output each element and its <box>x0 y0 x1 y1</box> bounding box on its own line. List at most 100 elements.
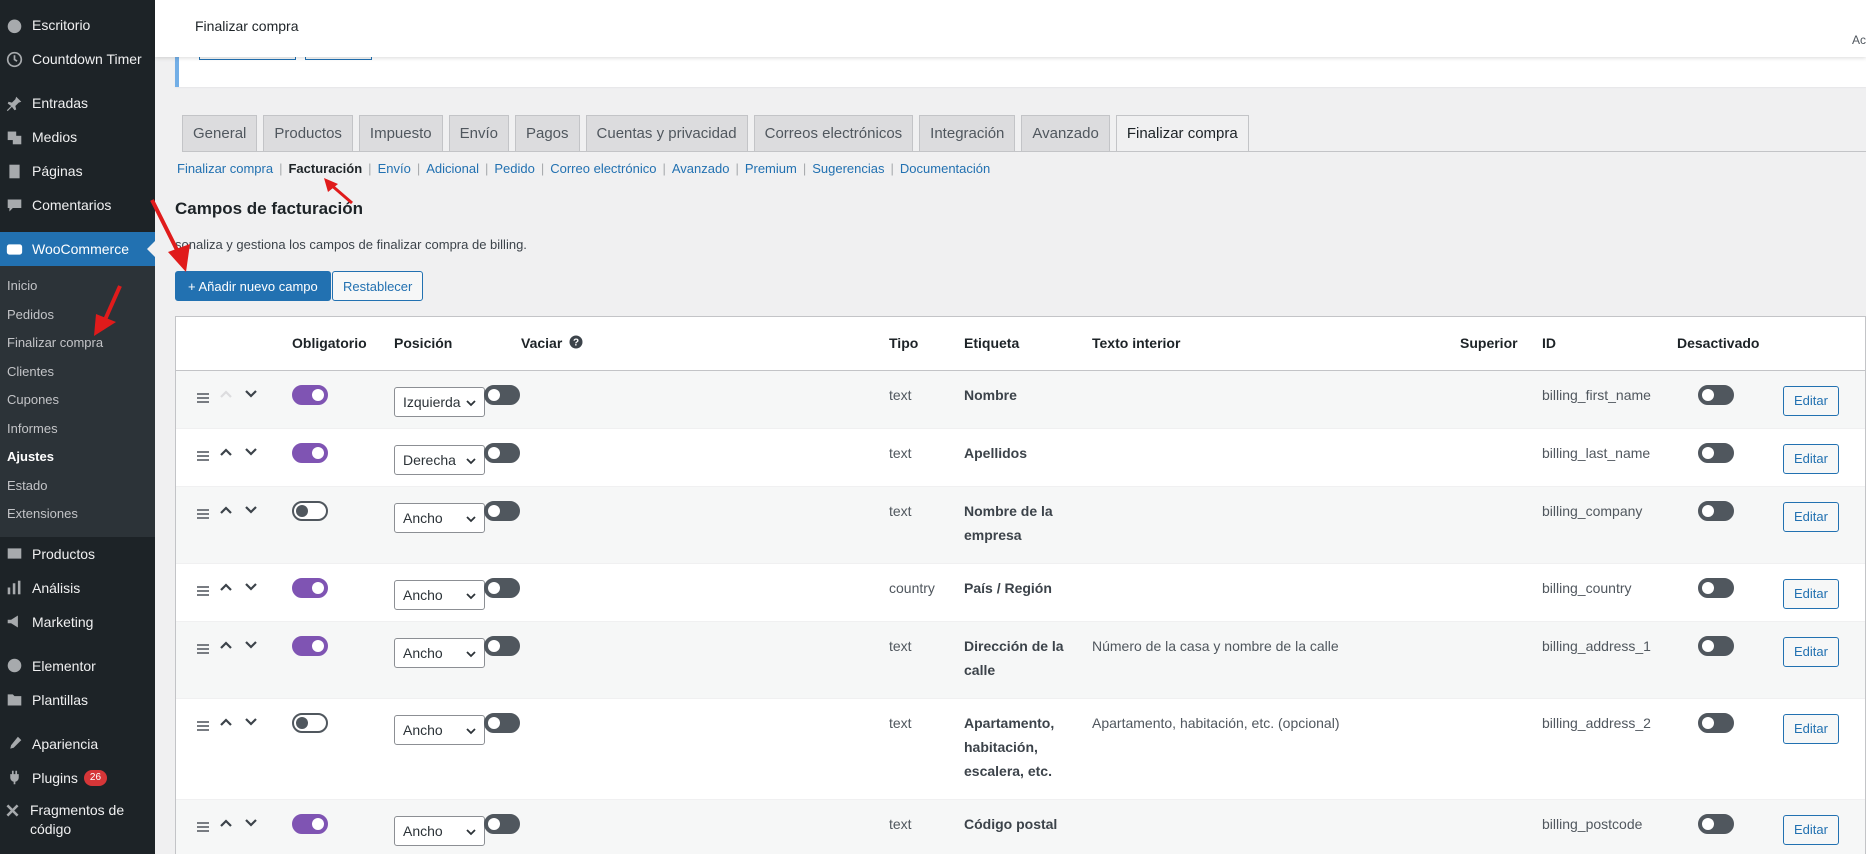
required-toggle[interactable] <box>292 578 328 598</box>
move-up-icon[interactable] <box>218 637 234 656</box>
required-toggle[interactable] <box>292 501 328 521</box>
sidebar-item-appearance[interactable]: Apariencia <box>0 727 155 761</box>
sidebar-item-pin[interactable]: Entradas <box>0 86 155 120</box>
move-down-icon[interactable] <box>243 502 259 521</box>
drag-handle-icon[interactable] <box>197 586 209 598</box>
subnav-link[interactable]: Correo electrónico <box>550 161 656 176</box>
disabled-toggle[interactable] <box>1698 385 1734 405</box>
edit-button[interactable]: Editar <box>1783 386 1839 416</box>
submenu-item[interactable]: Finalizar compra <box>0 329 155 358</box>
tab-item[interactable]: Correos electrónicos <box>753 115 914 152</box>
sidebar-item-plugins[interactable]: Plugins 26 <box>0 761 155 795</box>
tab-item[interactable]: Productos <box>263 115 353 152</box>
submenu-item[interactable]: Inicio <box>0 272 155 301</box>
subnav-link[interactable]: Pedido <box>494 161 534 176</box>
sidebar-item-products[interactable]: Productos <box>0 537 155 571</box>
required-toggle[interactable] <box>292 814 328 834</box>
required-toggle[interactable] <box>292 385 328 405</box>
position-select[interactable]: Ancho <box>394 816 485 846</box>
drag-handle-icon[interactable] <box>197 721 209 733</box>
submenu-item[interactable]: Informes <box>0 415 155 444</box>
subnav-link[interactable]: Premium <box>745 161 797 176</box>
submenu-item[interactable]: Estado <box>0 472 155 501</box>
drag-handle-icon[interactable] <box>197 644 209 656</box>
move-down-icon[interactable] <box>243 386 259 405</box>
drag-handle-icon[interactable] <box>197 509 209 521</box>
clear-toggle[interactable] <box>484 443 520 463</box>
subnav-link[interactable]: Avanzado <box>672 161 730 176</box>
clear-toggle[interactable] <box>484 636 520 656</box>
subnav-link[interactable]: Documentación <box>900 161 990 176</box>
sidebar-item-media[interactable]: Medios <box>0 120 155 154</box>
disabled-toggle[interactable] <box>1698 501 1734 521</box>
clear-toggle[interactable] <box>484 385 520 405</box>
tab-item[interactable]: Envío <box>448 115 509 152</box>
disabled-toggle[interactable] <box>1698 814 1734 834</box>
sidebar-item-woocommerce[interactable]: WooCommerce <box>0 232 155 266</box>
sidebar-item-marketing[interactable]: Marketing <box>0 605 155 639</box>
edit-button[interactable]: Editar <box>1783 579 1839 609</box>
position-select[interactable]: Ancho <box>394 580 485 610</box>
move-down-icon[interactable] <box>243 714 259 733</box>
move-up-icon[interactable] <box>218 579 234 598</box>
tab-item[interactable]: Finalizar compra <box>1115 115 1249 152</box>
subnav-link[interactable]: Facturación <box>288 161 362 176</box>
tab-item[interactable]: Integración <box>919 115 1016 152</box>
clear-toggle[interactable] <box>484 814 520 834</box>
disabled-toggle[interactable] <box>1698 578 1734 598</box>
drag-handle-icon[interactable] <box>197 451 209 463</box>
move-down-icon[interactable] <box>243 637 259 656</box>
subnav-link[interactable]: Adicional <box>426 161 479 176</box>
edit-button[interactable]: Editar <box>1783 815 1839 845</box>
drag-handle-icon[interactable] <box>197 822 209 834</box>
submenu-item[interactable]: Clientes <box>0 358 155 387</box>
tab-item[interactable]: Impuesto <box>358 115 443 152</box>
sidebar-item-snippets[interactable]: Fragmentos de código <box>0 795 155 839</box>
move-up-icon[interactable] <box>218 444 234 463</box>
disabled-toggle[interactable] <box>1698 443 1734 463</box>
tab-item[interactable]: Pagos <box>514 115 580 152</box>
disabled-toggle[interactable] <box>1698 713 1734 733</box>
required-toggle[interactable] <box>292 443 328 463</box>
edit-button[interactable]: Editar <box>1783 637 1839 667</box>
position-select[interactable]: Ancho <box>394 503 485 533</box>
sidebar-item-analytics[interactable]: Análisis <box>0 571 155 605</box>
move-down-icon[interactable] <box>243 815 259 834</box>
position-select[interactable]: Ancho <box>394 715 485 745</box>
move-up-icon[interactable] <box>218 714 234 733</box>
subnav-link[interactable]: Envío <box>378 161 411 176</box>
drag-handle-icon[interactable] <box>197 393 209 405</box>
add-field-button[interactable]: + Añadir nuevo campo <box>175 271 331 301</box>
help-icon[interactable]: ? <box>569 335 583 352</box>
move-down-icon[interactable] <box>243 579 259 598</box>
submenu-item[interactable]: Ajustes <box>0 443 155 472</box>
position-select[interactable]: Izquierda <box>394 387 485 417</box>
edit-button[interactable]: Editar <box>1783 444 1839 474</box>
position-select[interactable]: Derecha <box>394 445 485 475</box>
position-select[interactable]: Ancho <box>394 638 485 668</box>
move-up-icon[interactable] <box>218 502 234 521</box>
sidebar-item-clock[interactable]: Countdown Timer <box>0 42 155 76</box>
sidebar-item-templates[interactable]: Plantillas <box>0 683 155 717</box>
sidebar-item-dashboard[interactable]: Escritorio <box>0 8 155 42</box>
edit-button[interactable]: Editar <box>1783 502 1839 532</box>
required-toggle[interactable] <box>292 636 328 656</box>
submenu-item[interactable]: Extensiones <box>0 500 155 529</box>
tab-item[interactable]: General <box>182 115 258 152</box>
move-up-icon[interactable] <box>218 386 234 405</box>
tab-item[interactable]: Avanzado <box>1021 115 1110 152</box>
clear-toggle[interactable] <box>484 713 520 733</box>
disabled-toggle[interactable] <box>1698 636 1734 656</box>
clear-toggle[interactable] <box>484 578 520 598</box>
subnav-link[interactable]: Sugerencias <box>812 161 884 176</box>
sidebar-item-elementor[interactable]: Elementor <box>0 649 155 683</box>
clear-toggle[interactable] <box>484 501 520 521</box>
edit-button[interactable]: Editar <box>1783 714 1839 744</box>
submenu-item[interactable]: Cupones <box>0 386 155 415</box>
sidebar-item-comments[interactable]: Comentarios <box>0 188 155 222</box>
sidebar-item-pages[interactable]: Páginas <box>0 154 155 188</box>
move-down-icon[interactable] <box>243 444 259 463</box>
subnav-link[interactable]: Finalizar compra <box>177 161 273 176</box>
submenu-item[interactable]: Pedidos <box>0 301 155 330</box>
tab-item[interactable]: Cuentas y privacidad <box>585 115 748 152</box>
